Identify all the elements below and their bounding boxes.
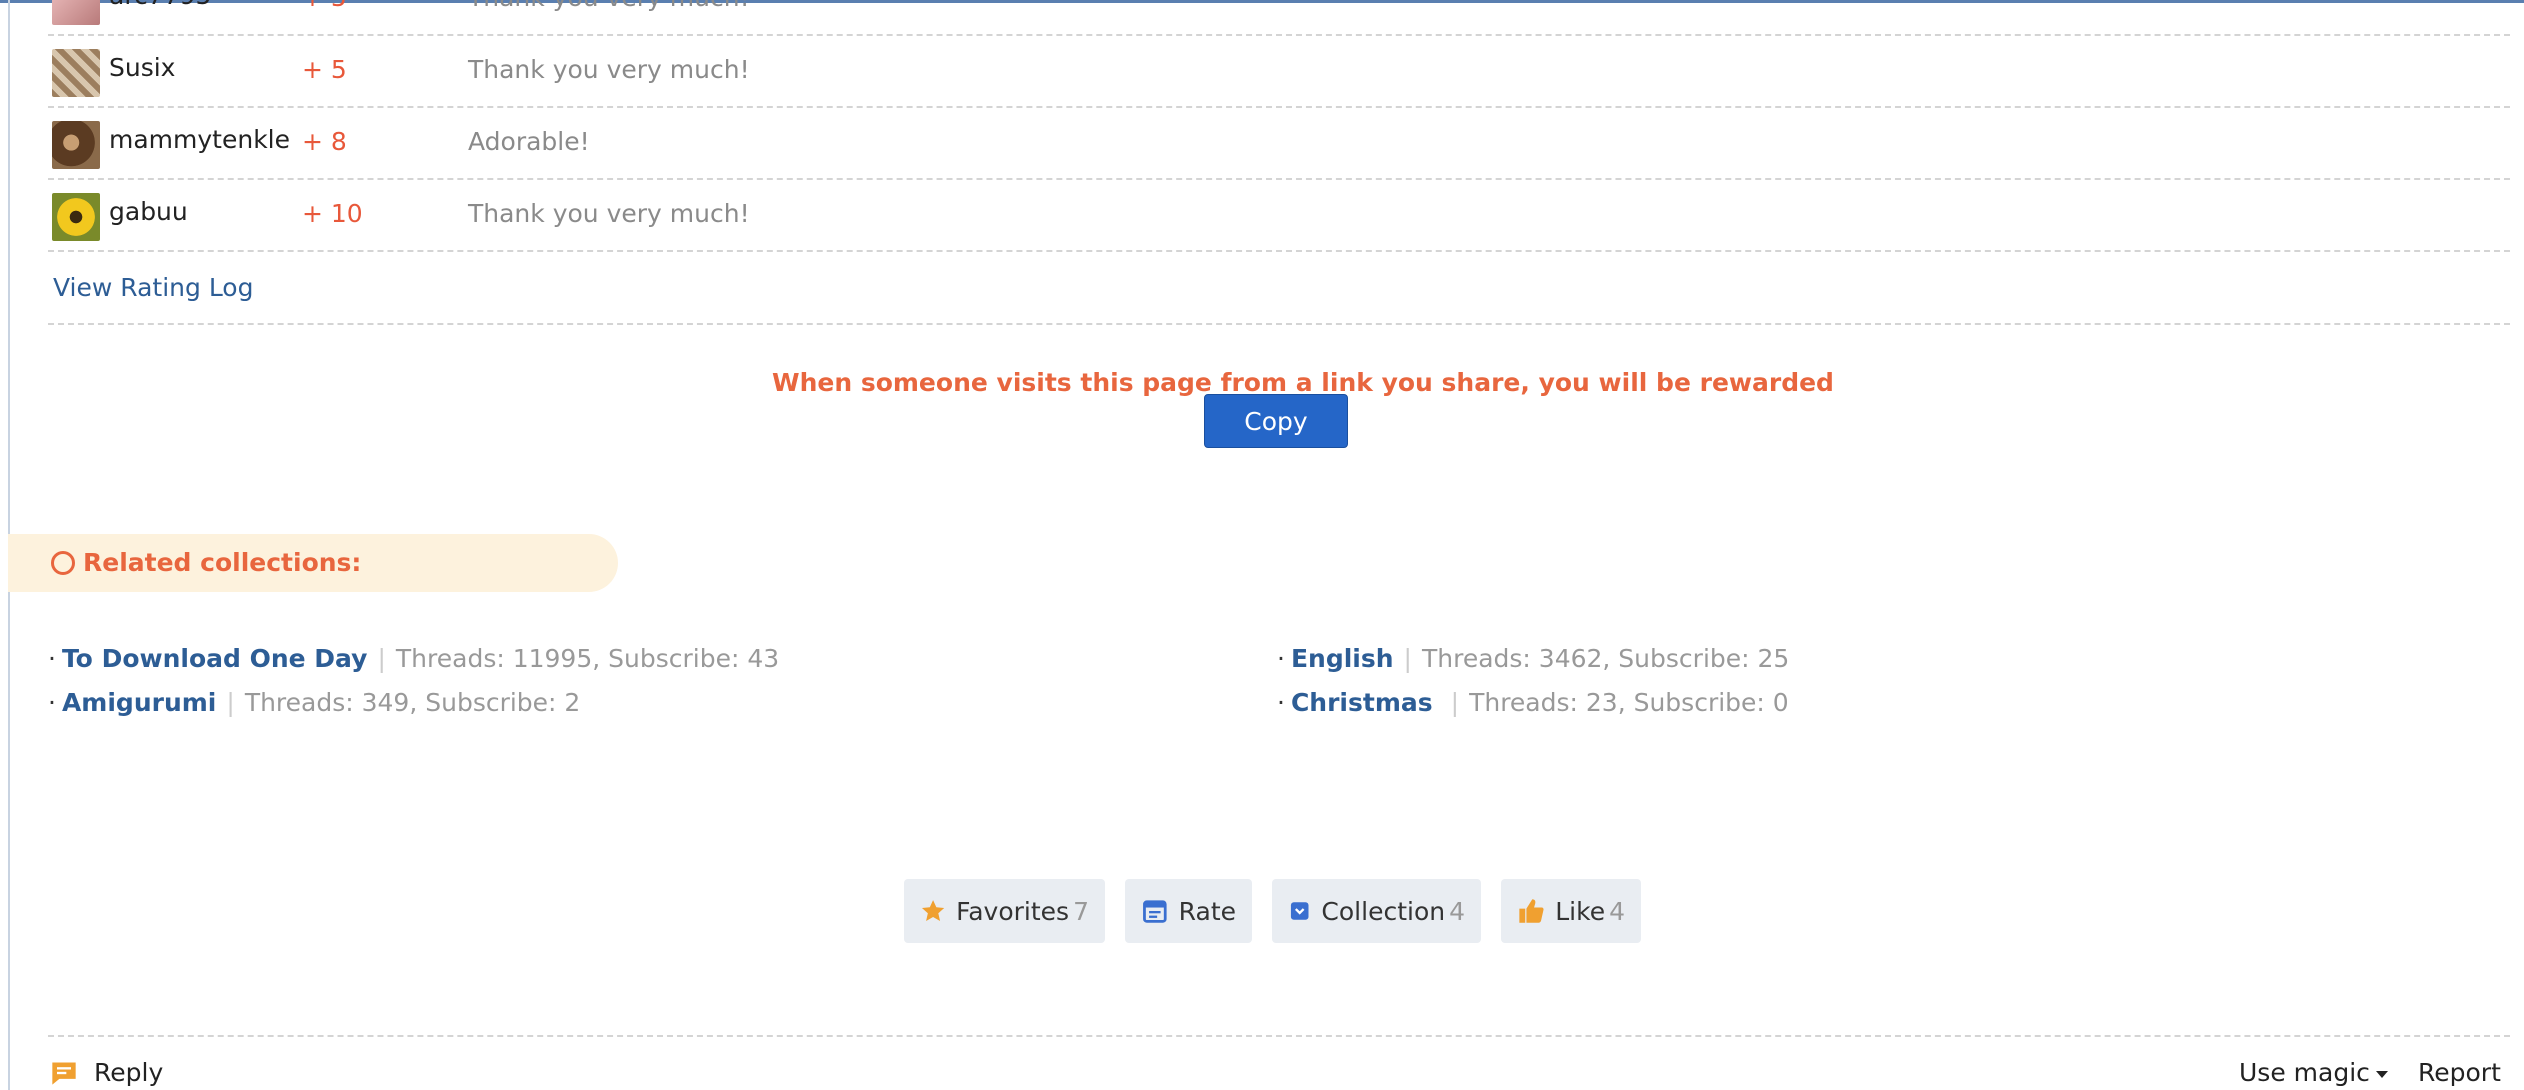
rating-username[interactable]: gabuu bbox=[109, 197, 188, 226]
rate-label: Rate bbox=[1178, 896, 1236, 926]
rating-score: + 5 bbox=[302, 0, 347, 12]
collection-item: · English | Threads: 3462, Subscribe: 25 bbox=[1277, 644, 1789, 673]
comment-icon bbox=[52, 1062, 76, 1085]
collection-stats: Threads: 3462, Subscribe: 25 bbox=[1421, 644, 1790, 673]
rating-row: gabuu + 10 Thank you very much! bbox=[48, 180, 2510, 252]
divider bbox=[48, 323, 2510, 325]
favorites-label: Favorites bbox=[956, 896, 1070, 926]
like-label: Like bbox=[1555, 896, 1606, 926]
report-link[interactable]: Report bbox=[2418, 1058, 2501, 1087]
collection-item: · To Download One Day | Threads: 11995, Sub… bbox=[48, 644, 779, 673]
avatar[interactable] bbox=[52, 49, 100, 97]
like-count: 4 bbox=[1609, 896, 1625, 926]
rate-button[interactable]: Rate bbox=[1125, 879, 1252, 943]
related-collections-header: Related collections: bbox=[8, 534, 618, 592]
reply-label: Reply bbox=[94, 1058, 164, 1087]
post-actions: Favorites 7 Rate Collection 4 Like 4 bbox=[0, 879, 2524, 943]
avatar[interactable] bbox=[52, 0, 100, 25]
rating-reason: Thank you very much! bbox=[468, 199, 750, 228]
use-magic-label: Use magic bbox=[2239, 1058, 2370, 1087]
bullet-icon: · bbox=[1277, 644, 1285, 673]
rating-reason: Adorable! bbox=[468, 127, 590, 156]
reply-button[interactable]: Reply bbox=[50, 1058, 163, 1087]
like-button[interactable]: Like 4 bbox=[1501, 879, 1641, 943]
rating-row: Susix + 5 Thank you very much! bbox=[48, 36, 2510, 108]
rating-score: + 10 bbox=[302, 199, 363, 228]
caret-down-icon bbox=[2375, 1070, 2388, 1078]
rating-reason: Thank you very much! bbox=[468, 0, 750, 12]
star-icon bbox=[921, 900, 945, 922]
collection-link[interactable]: To Download One Day bbox=[62, 644, 368, 673]
collection-stats: Threads: 349, Subscribe: 2 bbox=[244, 688, 581, 717]
favorites-count: 7 bbox=[1073, 896, 1089, 926]
view-rating-log-link[interactable]: View Rating Log bbox=[53, 273, 253, 302]
collection-stats: Threads: 23, Subscribe: 0 bbox=[1469, 688, 1789, 717]
separator: | bbox=[377, 644, 386, 673]
collection-link[interactable]: Amigurumi bbox=[62, 688, 216, 717]
separator: | bbox=[226, 688, 235, 717]
rating-row: mammytenkle + 8 Adorable! bbox=[48, 108, 2510, 180]
collection-icon bbox=[1290, 902, 1309, 920]
avatar[interactable] bbox=[52, 121, 100, 169]
collection-link[interactable]: English bbox=[1291, 644, 1394, 673]
rating-username[interactable]: arc7795 bbox=[109, 0, 211, 10]
use-magic-dropdown[interactable]: Use magic bbox=[2239, 1058, 2388, 1087]
divider bbox=[48, 1035, 2510, 1037]
copy-link-button[interactable]: Copy bbox=[1204, 394, 1348, 448]
rating-score: + 8 bbox=[302, 127, 347, 156]
separator: | bbox=[1403, 644, 1412, 673]
favorites-button[interactable]: Favorites 7 bbox=[904, 879, 1105, 943]
calendar-icon bbox=[1143, 900, 1167, 923]
rating-username[interactable]: Susix bbox=[109, 53, 175, 82]
thumbs-up-icon bbox=[1519, 899, 1544, 923]
avatar[interactable] bbox=[52, 193, 100, 241]
separator: | bbox=[1450, 688, 1460, 717]
collection-button[interactable]: Collection 4 bbox=[1272, 879, 1481, 943]
collection-label: Collection bbox=[1321, 896, 1446, 926]
bullet-icon: · bbox=[1277, 688, 1285, 717]
rating-row: arc7795 + 5 Thank you very much! bbox=[48, 0, 2510, 36]
related-collections-title: Related collections: bbox=[83, 548, 362, 577]
share-reward-text: When someone visits this page from a lin… bbox=[772, 368, 1834, 397]
rating-reason: Thank you very much! bbox=[468, 55, 750, 84]
rating-score: + 5 bbox=[302, 55, 347, 84]
collection-stats: Threads: 11995, Subscribe: 43 bbox=[395, 644, 780, 673]
circle-icon bbox=[51, 551, 75, 575]
collection-item: · Amigurumi | Threads: 349, Subscribe: 2 bbox=[48, 688, 580, 717]
rating-username[interactable]: mammytenkle bbox=[109, 125, 290, 154]
collection-link[interactable]: Christmas bbox=[1291, 688, 1433, 717]
bullet-icon: · bbox=[48, 644, 56, 673]
bullet-icon: · bbox=[48, 688, 56, 717]
collection-count: 4 bbox=[1449, 896, 1465, 926]
collection-item: · Christmas | Threads: 23, Subscribe: 0 bbox=[1277, 688, 1789, 717]
